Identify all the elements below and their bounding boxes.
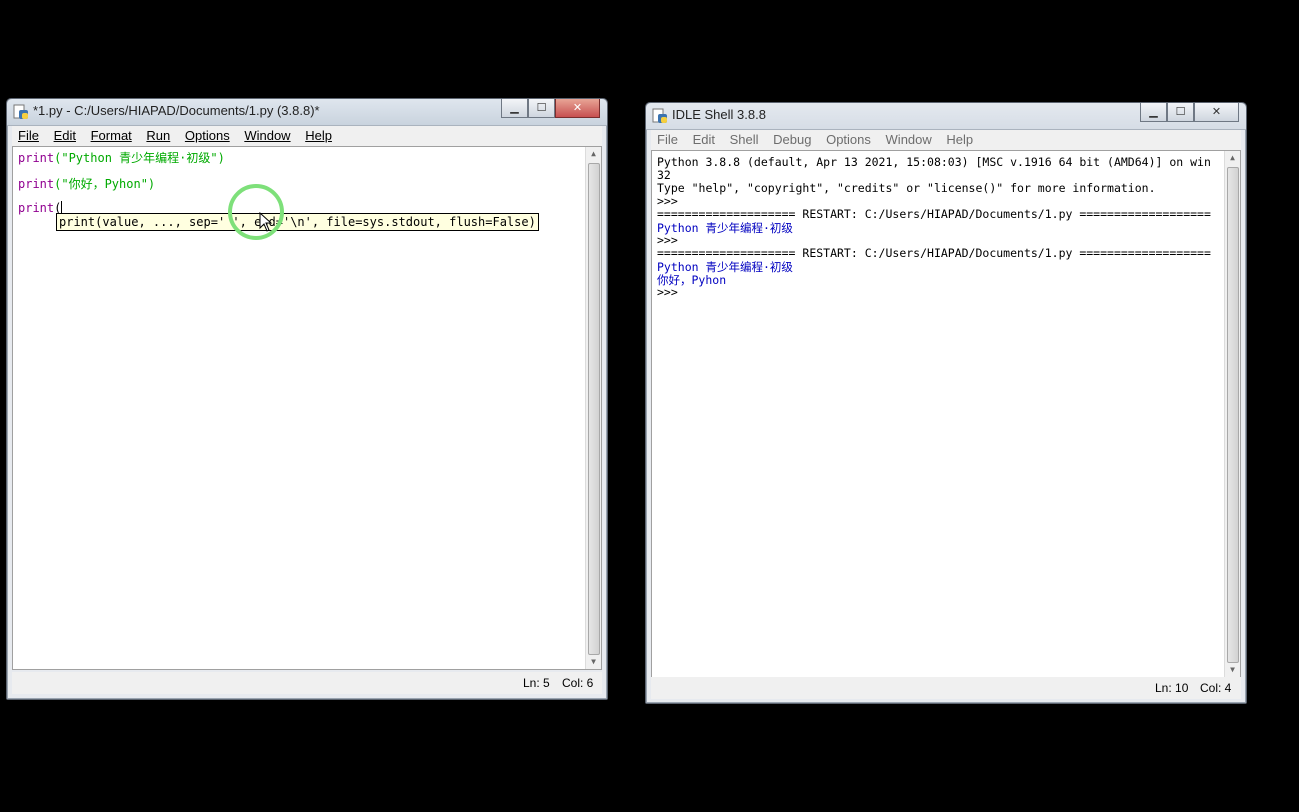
menu-format[interactable]: Format xyxy=(85,126,137,143)
menu-file[interactable]: File xyxy=(651,130,683,147)
menu-window[interactable]: Window xyxy=(238,126,295,143)
maximize-icon: ☐ xyxy=(536,101,547,114)
maximize-button[interactable]: ☐ xyxy=(1167,103,1194,122)
scroll-thumb[interactable] xyxy=(588,163,600,655)
menu-options[interactable]: Options xyxy=(820,130,876,147)
column-number: Col: 6 xyxy=(562,676,594,690)
shell-output[interactable]: Python 3.8.8 (default, Apr 13 2021, 15:0… xyxy=(651,150,1241,678)
scroll-thumb[interactable] xyxy=(1227,167,1239,663)
minimize-button[interactable]: ▁ xyxy=(501,99,528,118)
menu-edit[interactable]: Edit xyxy=(687,130,720,147)
minimize-button[interactable]: ▁ xyxy=(1140,103,1167,122)
python-idle-icon xyxy=(13,104,28,119)
scroll-up-icon[interactable]: ▲ xyxy=(586,147,601,161)
code-editor[interactable]: print("Python 青少年编程·初级") print("你好，Pyhon… xyxy=(12,146,602,670)
menu-help[interactable]: Help xyxy=(940,130,978,147)
shell-line: >>> xyxy=(657,285,678,299)
scroll-down-icon[interactable]: ▼ xyxy=(1225,663,1240,677)
shell-line: >>> xyxy=(657,194,678,208)
shell-line: ==================== RESTART: C:/Users/H… xyxy=(657,246,1211,260)
shell-line: >>> xyxy=(657,233,678,247)
shell-line: ==================== RESTART: C:/Users/H… xyxy=(657,207,1211,221)
menu-run[interactable]: Run xyxy=(140,126,175,143)
vertical-scrollbar[interactable]: ▲ ▼ xyxy=(585,147,601,669)
line-number: Ln: 10 xyxy=(1155,681,1189,695)
close-button[interactable]: ✕ xyxy=(1194,103,1239,122)
status-bar: Ln: 5 Col: 6 xyxy=(12,672,602,694)
menu-edit[interactable]: Edit xyxy=(48,126,81,143)
scroll-up-icon[interactable]: ▲ xyxy=(1225,151,1240,165)
menu-help[interactable]: Help xyxy=(299,126,337,143)
shell-line: Python 3.8.8 (default, Apr 13 2021, 15:0… xyxy=(657,155,1211,169)
calltip-tooltip: print(value, ..., sep=' ', end='\n', fil… xyxy=(56,213,539,231)
python-idle-icon xyxy=(652,108,667,123)
code-line: print("Python 青少年编程·初级") xyxy=(18,151,225,165)
menu-bar: File Edit Shell Debug Options Window Hel… xyxy=(651,130,1241,150)
minimize-icon: ▁ xyxy=(510,101,519,114)
line-number: Ln: 5 xyxy=(523,676,550,690)
shell-titlebar[interactable]: IDLE Shell 3.8.8 ▁ ☐ ✕ xyxy=(646,103,1246,130)
shell-window[interactable]: IDLE Shell 3.8.8 ▁ ☐ ✕ File Edit Shell D… xyxy=(645,102,1247,704)
shell-line: Type "help", "copyright", "credits" or "… xyxy=(657,181,1156,195)
scroll-down-icon[interactable]: ▼ xyxy=(586,655,601,669)
column-number: Col: 4 xyxy=(1200,681,1232,695)
menu-file[interactable]: File xyxy=(12,126,44,143)
maximize-button[interactable]: ☐ xyxy=(528,99,555,118)
menu-window[interactable]: Window xyxy=(880,130,937,147)
maximize-icon: ☐ xyxy=(1175,105,1186,118)
menu-options[interactable]: Options xyxy=(179,126,235,143)
code-line: print("你好，Pyhon") xyxy=(18,177,156,191)
window-title: IDLE Shell 3.8.8 xyxy=(672,107,766,122)
menu-shell[interactable]: Shell xyxy=(724,130,764,147)
menu-bar: File Edit Format Run Options Window Help xyxy=(12,126,602,146)
editor-titlebar[interactable]: *1.py - C:/Users/HIAPAD/Documents/1.py (… xyxy=(7,99,607,126)
mouse-pointer-icon xyxy=(259,212,273,232)
click-highlight-ring xyxy=(228,184,284,240)
minimize-icon: ▁ xyxy=(1149,105,1158,118)
status-bar: Ln: 10 Col: 4 xyxy=(651,677,1241,699)
close-icon: ✕ xyxy=(1211,105,1222,118)
vertical-scrollbar[interactable]: ▲ ▼ xyxy=(1224,151,1240,677)
close-icon: ✕ xyxy=(572,101,583,114)
editor-window[interactable]: *1.py - C:/Users/HIAPAD/Documents/1.py (… xyxy=(6,98,608,700)
window-title: *1.py - C:/Users/HIAPAD/Documents/1.py (… xyxy=(33,103,320,118)
close-button[interactable]: ✕ xyxy=(555,99,600,118)
shell-line: 32 xyxy=(657,168,671,182)
menu-debug[interactable]: Debug xyxy=(767,130,816,147)
